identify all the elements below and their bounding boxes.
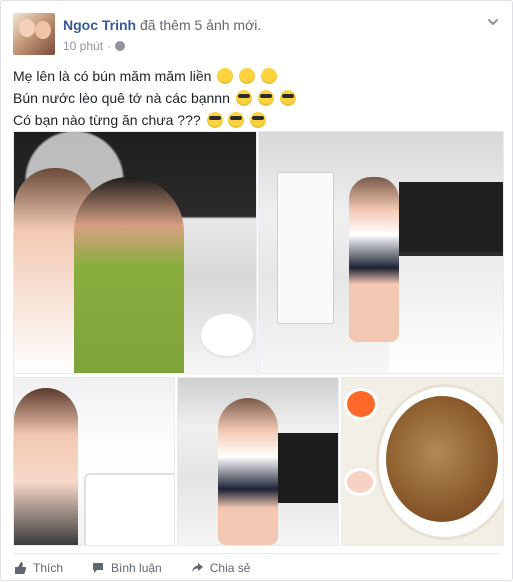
thumbs-up-icon (15, 562, 27, 574)
post-line-3: Có bạn nào từng ăn chưa ??? (13, 109, 493, 131)
post-line-1-text: Mẹ lên là có bún măm măm liền (13, 68, 212, 84)
post-line-2: Bún nước lèo quê tớ nà các bạnnn (13, 87, 493, 109)
smile-emoji-icon (217, 68, 234, 84)
photo-2-door (277, 172, 334, 324)
comment-label: Bình luận (111, 561, 162, 575)
sunglasses-emoji-icon (250, 112, 267, 128)
photo-2-person (349, 177, 399, 342)
photo-2-black-wall (399, 182, 503, 262)
nerd-emoji-icon (235, 90, 252, 106)
public-globe-icon (115, 41, 126, 51)
post-meta: 10 phút · (63, 39, 126, 53)
nerd-emoji-icon (257, 90, 274, 106)
photo-3[interactable] (13, 377, 175, 546)
like-label: Thích (33, 561, 64, 575)
author-line: Ngoc Trinh đã thêm 5 ảnh mới. (63, 17, 261, 33)
photo-grid (13, 131, 504, 546)
post-line-2-text: Bún nước lèo quê tớ nà các bạnnn (13, 90, 230, 106)
facebook-post-card: Ngoc Trinh đã thêm 5 ảnh mới. 10 phút · … (0, 0, 513, 581)
photo-5-soup (386, 396, 498, 522)
photo-2[interactable] (258, 131, 504, 374)
photo-2-counter (389, 252, 503, 373)
author-avatar[interactable] (13, 13, 55, 55)
post-time[interactable]: 10 phút (63, 39, 103, 53)
post-line-1: Mẹ lên là có bún măm măm liền (13, 65, 493, 87)
post-actions-bar: Thích Bình luận Chia sẻ (13, 553, 500, 582)
photo-5[interactable] (341, 377, 504, 546)
photo-1[interactable] (13, 131, 257, 374)
photo-3-person (14, 388, 78, 545)
sunglasses-emoji-icon (206, 112, 223, 128)
post-text: Mẹ lên là có bún măm măm liền Bún nước l… (13, 65, 493, 131)
photo-1-bowl (199, 312, 255, 358)
post-line-3-text: Có bạn nào từng ăn chưa ??? (13, 112, 201, 128)
photo-5-side-bowl (344, 468, 376, 496)
post-menu-chevron-icon[interactable] (486, 15, 500, 29)
smile-emoji-icon (239, 68, 256, 84)
share-label: Chia sẻ (209, 561, 251, 575)
photo-1-person-2 (74, 177, 184, 373)
smile-emoji-icon (261, 68, 278, 84)
photo-4-person (218, 398, 278, 545)
comment-icon (93, 563, 104, 573)
author-name[interactable]: Ngoc Trinh (63, 17, 136, 33)
dot-separator: · (107, 39, 112, 53)
photo-3-table-items (84, 473, 174, 545)
photo-5-sauce-bowl (344, 388, 378, 420)
share-icon (191, 563, 203, 572)
share-button[interactable]: Chia sẻ (190, 561, 251, 575)
nerd-emoji-icon (279, 90, 296, 106)
photo-4[interactable] (177, 377, 339, 546)
photo-4-black-wall (273, 433, 338, 503)
post-action-text: đã thêm 5 ảnh mới. (140, 17, 262, 33)
post-header: Ngoc Trinh đã thêm 5 ảnh mới. 10 phút · (13, 13, 500, 57)
sunglasses-emoji-icon (228, 112, 245, 128)
like-button[interactable]: Thích (13, 561, 63, 575)
comment-button[interactable]: Bình luận (91, 561, 162, 575)
